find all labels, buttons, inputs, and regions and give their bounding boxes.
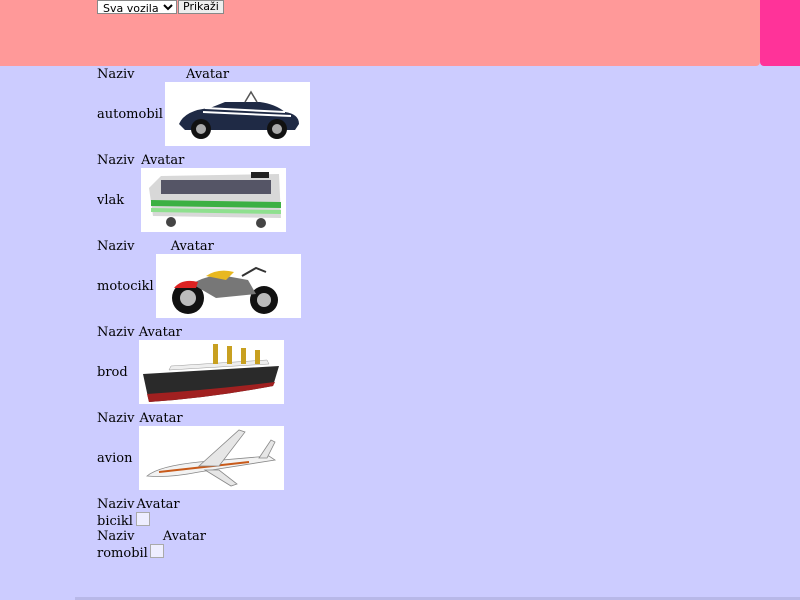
tram-image — [141, 168, 287, 232]
show-button[interactable]: Prikaži — [178, 0, 224, 14]
filter-controls: Sva vozila Prikaži — [97, 0, 224, 14]
column-header-name: Naziv — [97, 411, 135, 426]
vehicle-table-bicikl: Naziv Avatar bicikl — [96, 497, 181, 530]
vehicle-name: motocikl — [97, 278, 154, 294]
vehicle-avatar — [135, 512, 180, 530]
vehicle-table-vlak: Naziv Avatar vlak — [96, 153, 287, 232]
column-header-avatar: Avatar — [138, 325, 182, 340]
vehicle-filter-select[interactable]: Sva vozila — [97, 0, 177, 14]
vehicle-name: avion — [97, 450, 133, 466]
column-header-name: Naziv — [97, 529, 135, 544]
vehicle-avatar — [155, 254, 302, 318]
column-header-avatar: Avatar — [139, 411, 183, 426]
vehicle-name: vlak — [97, 192, 125, 208]
column-header-avatar: Avatar — [170, 239, 214, 254]
broken-image-icon — [136, 512, 151, 526]
vehicle-name: bicikl — [97, 513, 133, 529]
vehicle-table-brod: Naziv Avatar brod — [96, 325, 285, 404]
vehicle-table-avion: Naziv Avatar avion — [96, 411, 285, 490]
car-image — [164, 82, 310, 146]
column-header-avatar: Avatar — [162, 529, 206, 544]
vehicle-name: romobil — [97, 545, 148, 561]
column-header-avatar: Avatar — [185, 67, 230, 82]
vehicle-avatar — [164, 82, 311, 146]
column-header-avatar: Avatar — [136, 497, 180, 512]
column-header-name: Naziv — [97, 239, 135, 254]
vehicle-table-romobil: Naziv Avatar romobil — [96, 529, 207, 562]
motorcycle-image — [155, 254, 301, 318]
vehicle-name: automobil — [97, 106, 163, 122]
vehicle-avatar — [138, 426, 285, 490]
column-header-name: Naziv — [97, 497, 135, 512]
column-header-name: Naziv — [97, 67, 135, 82]
broken-image-icon — [149, 544, 164, 558]
vehicle-table-motocikl: Naziv Avatar motocikl — [96, 239, 302, 318]
airplane-image — [139, 426, 285, 490]
vehicle-table-automobil: Naziv Avatar automobil — [96, 67, 311, 146]
vehicle-avatar — [149, 544, 207, 562]
vehicle-avatar — [140, 168, 287, 232]
vehicle-avatar — [138, 340, 285, 404]
column-header-name: Naziv — [97, 153, 135, 168]
column-header-avatar: Avatar — [141, 153, 185, 168]
column-header-name: Naziv — [97, 325, 135, 340]
header-accent-block — [760, 0, 800, 66]
ship-image — [138, 340, 284, 404]
vehicle-name: brod — [97, 364, 128, 380]
